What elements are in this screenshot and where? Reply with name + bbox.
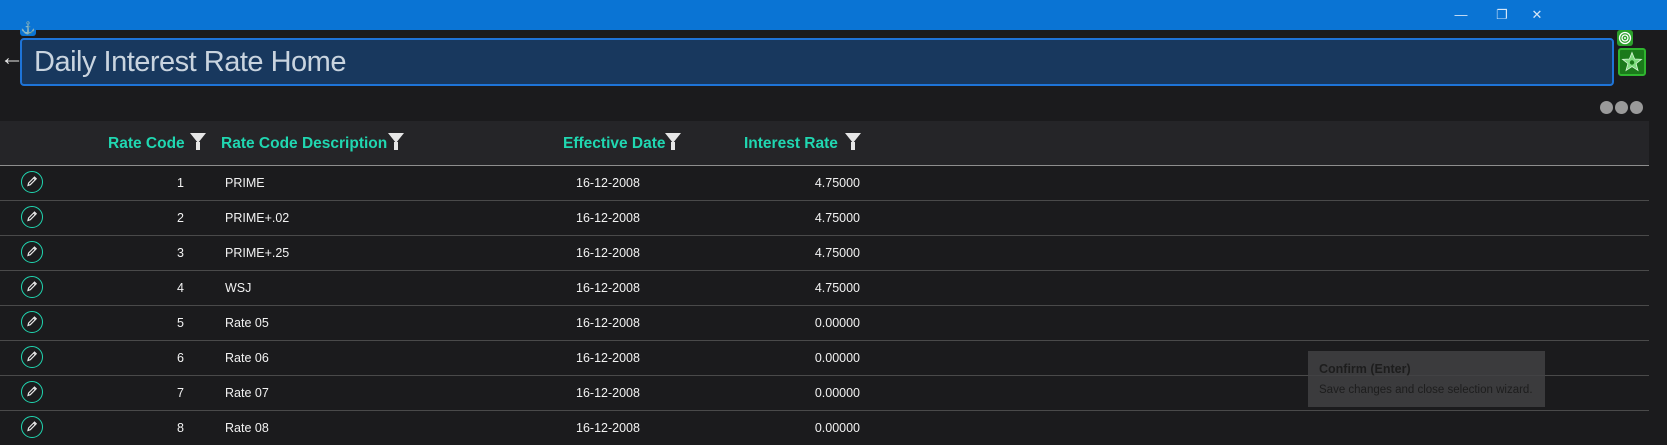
cell-interest-rate: 4.75000 — [814, 176, 860, 190]
more-options-icon[interactable] — [1600, 101, 1645, 115]
column-header-description[interactable]: Rate Code Description — [221, 135, 387, 153]
cell-effective-date: 16-12-2008 — [576, 246, 640, 260]
cell-description: PRIME — [225, 176, 265, 190]
edit-pencil-icon[interactable] — [21, 171, 43, 193]
edit-pencil-icon[interactable] — [21, 416, 43, 438]
tooltip-title: Confirm (Enter) — [1319, 362, 1411, 376]
cell-rate-code: 2 — [177, 211, 184, 225]
cell-interest-rate: 0.00000 — [814, 421, 860, 435]
cell-rate-code: 8 — [177, 421, 184, 435]
cell-effective-date: 16-12-2008 — [576, 176, 640, 190]
table-row[interactable]: 3 PRIME+.25 16-12-2008 4.75000 — [0, 236, 1649, 271]
table-row[interactable]: 2 PRIME+.02 16-12-2008 4.75000 — [0, 201, 1649, 236]
cell-description: Rate 08 — [225, 421, 269, 435]
table-row[interactable]: 4 WSJ 16-12-2008 4.75000 — [0, 271, 1649, 306]
table-row[interactable]: 8 Rate 08 16-12-2008 0.00000 — [0, 411, 1649, 445]
cell-effective-date: 16-12-2008 — [576, 351, 640, 365]
restore-button[interactable]: ❐ — [1492, 6, 1512, 24]
target-icon[interactable] — [1617, 30, 1633, 46]
cell-rate-code: 4 — [177, 281, 184, 295]
edit-pencil-icon[interactable] — [21, 311, 43, 333]
page-title-box: Daily Interest Rate Home — [20, 38, 1614, 86]
column-header-rate-code[interactable]: Rate Code — [108, 135, 185, 153]
cell-description: PRIME+.25 — [225, 246, 290, 260]
cell-interest-rate: 4.75000 — [814, 211, 860, 225]
filter-icon[interactable] — [388, 133, 404, 150]
cell-interest-rate: 0.00000 — [814, 316, 860, 330]
close-button[interactable]: ✕ — [1527, 6, 1547, 24]
cell-description: Rate 06 — [225, 351, 269, 365]
cell-rate-code: 5 — [177, 316, 184, 330]
cell-effective-date: 16-12-2008 — [576, 421, 640, 435]
anchor-icon[interactable]: ⚓ — [20, 20, 36, 36]
filter-icon[interactable] — [190, 133, 206, 150]
cell-rate-code: 1 — [177, 176, 184, 190]
cell-rate-code: 7 — [177, 386, 184, 400]
back-arrow-icon[interactable]: ← — [0, 46, 24, 70]
table-row[interactable]: 1 PRIME 16-12-2008 4.75000 — [0, 166, 1649, 201]
minimize-button[interactable]: — — [1451, 6, 1471, 24]
edit-pencil-icon[interactable] — [21, 206, 43, 228]
confirm-button[interactable] — [1618, 48, 1646, 76]
edit-pencil-icon[interactable] — [21, 276, 43, 298]
tooltip-text: Save changes and close selection wizard. — [1319, 384, 1533, 396]
grid-header: Rate Code Rate Code Description Effectiv… — [0, 121, 1649, 166]
filter-icon[interactable] — [665, 133, 681, 150]
cell-description: Rate 07 — [225, 386, 269, 400]
edit-pencil-icon[interactable] — [21, 346, 43, 368]
cell-interest-rate: 0.00000 — [814, 386, 860, 400]
cell-interest-rate: 4.75000 — [814, 246, 860, 260]
cell-description: Rate 05 — [225, 316, 269, 330]
column-header-effective-date[interactable]: Effective Date — [563, 135, 666, 153]
edit-pencil-icon[interactable] — [21, 381, 43, 403]
cell-effective-date: 16-12-2008 — [576, 316, 640, 330]
star-icon — [1621, 51, 1643, 72]
cell-rate-code: 3 — [177, 246, 184, 260]
cell-rate-code: 6 — [177, 351, 184, 365]
cell-effective-date: 16-12-2008 — [576, 211, 640, 225]
table-row[interactable]: 5 Rate 05 16-12-2008 0.00000 — [0, 306, 1649, 341]
cell-description: WSJ — [225, 281, 252, 295]
cell-description: PRIME+.02 — [225, 211, 290, 225]
page-title: Daily Interest Rate Home — [34, 46, 346, 78]
tooltip: Confirm (Enter) Save changes and close s… — [1308, 351, 1545, 407]
edit-pencil-icon[interactable] — [21, 241, 43, 263]
cell-effective-date: 16-12-2008 — [576, 386, 640, 400]
cell-interest-rate: 0.00000 — [814, 351, 860, 365]
column-header-interest-rate[interactable]: Interest Rate — [744, 135, 838, 153]
cell-effective-date: 16-12-2008 — [576, 281, 640, 295]
filter-icon[interactable] — [845, 133, 861, 150]
cell-interest-rate: 4.75000 — [814, 281, 860, 295]
window-titlebar: — ❐ ✕ — [0, 0, 1667, 30]
